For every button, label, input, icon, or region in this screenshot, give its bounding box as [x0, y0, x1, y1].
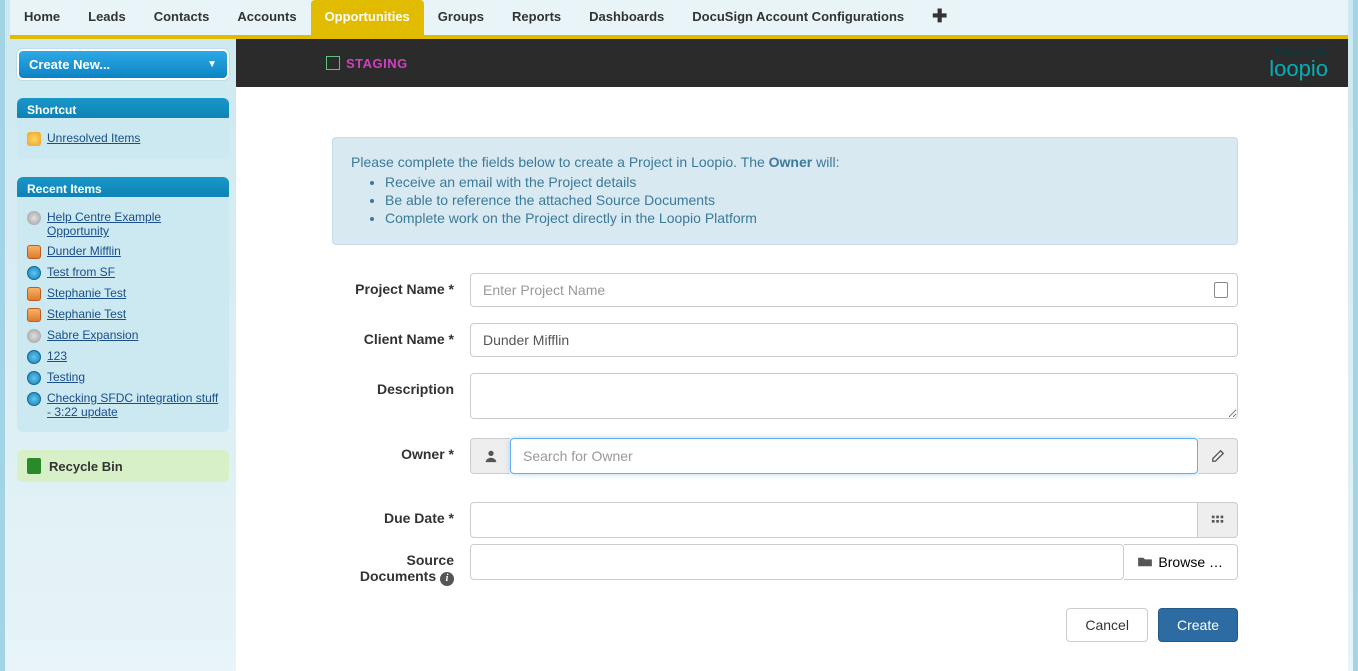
tab-docusign[interactable]: DocuSign Account Configurations	[678, 0, 918, 35]
due-date-label: Due Date *	[332, 502, 470, 526]
create-button[interactable]: Create	[1158, 608, 1238, 642]
recent-item-link[interactable]: Help Centre Example Opportunity	[47, 210, 219, 238]
tab-leads[interactable]: Leads	[74, 0, 140, 35]
staging-label: STAGING	[346, 56, 408, 71]
staging-badge: STAGING	[326, 56, 408, 71]
recent-item-link[interactable]: 123	[47, 349, 67, 363]
warning-icon	[27, 132, 41, 146]
browse-button[interactable]: Browse …	[1124, 544, 1238, 580]
description-input[interactable]	[470, 373, 1238, 419]
create-new-button[interactable]: Create New... ▼	[17, 49, 229, 80]
project-icon	[27, 392, 41, 406]
chevron-down-icon: ▼	[207, 59, 217, 70]
folder-icon	[1138, 556, 1152, 568]
create-new-label: Create New...	[29, 57, 110, 72]
opportunity-icon	[27, 211, 41, 225]
recent-item-link[interactable]: Sabre Expansion	[47, 328, 138, 342]
top-nav: Home Leads Contacts Accounts Opportuniti…	[10, 0, 1348, 35]
form-actions: Cancel Create	[332, 608, 1238, 642]
calendar-icon[interactable]	[1198, 502, 1238, 538]
recent-item-link[interactable]: Dunder Mifflin	[47, 244, 121, 258]
recent-item-link[interactable]: Test from SF	[47, 265, 115, 279]
edit-icon[interactable]	[1198, 438, 1238, 474]
tab-reports[interactable]: Reports	[498, 0, 575, 35]
account-icon	[27, 245, 41, 259]
recent-item-link[interactable]: Stephanie Test	[47, 307, 126, 321]
sidebar: Create New... ▼ Shortcut Unresolved Item…	[10, 39, 236, 671]
recycle-bin[interactable]: Recycle Bin	[17, 450, 229, 482]
recent-item-link[interactable]: Stephanie Test	[47, 286, 126, 300]
tab-add[interactable]: ✚	[918, 0, 961, 35]
tab-accounts[interactable]: Accounts	[223, 0, 310, 35]
project-icon	[27, 266, 41, 280]
tab-opportunities[interactable]: Opportunities	[311, 0, 424, 35]
cancel-button[interactable]: Cancel	[1066, 608, 1148, 642]
info-lead: Please complete the fields below to crea…	[351, 154, 1219, 170]
owner-label: Owner *	[332, 438, 470, 462]
unresolved-items-link[interactable]: Unresolved Items	[47, 131, 140, 145]
tab-dashboards[interactable]: Dashboards	[575, 0, 678, 35]
source-documents-label: Source Documents i	[332, 544, 470, 586]
client-name-label: Client Name *	[332, 323, 470, 347]
recent-list: Help Centre Example Opportunity Dunder M…	[17, 197, 229, 432]
info-icon[interactable]: i	[440, 572, 454, 586]
shortcut-panel: Shortcut Unresolved Items	[17, 98, 229, 159]
recycle-bin-label: Recycle Bin	[49, 459, 123, 474]
contact-card-icon[interactable]	[1214, 282, 1228, 298]
info-bullet: Receive an email with the Project detail…	[385, 174, 1219, 190]
main-panel: STAGING Powered by loopio Please complet…	[236, 39, 1348, 671]
tab-groups[interactable]: Groups	[424, 0, 498, 35]
owner-input[interactable]	[510, 438, 1198, 474]
description-label: Description	[332, 373, 470, 397]
recent-item-link[interactable]: Checking SFDC integration stuff - 3:22 u…	[47, 391, 219, 419]
project-name-input[interactable]	[470, 273, 1238, 307]
due-date-input[interactable]	[470, 502, 1198, 538]
app-header: STAGING Powered by loopio	[236, 39, 1348, 87]
info-bullet: Complete work on the Project directly in…	[385, 210, 1219, 226]
recent-panel: Recent Items Help Centre Example Opportu…	[17, 177, 229, 432]
tab-home[interactable]: Home	[10, 0, 74, 35]
source-documents-input[interactable]	[470, 544, 1124, 580]
form-content: Please complete the fields below to crea…	[236, 87, 1348, 671]
recycle-bin-icon	[27, 458, 41, 474]
broken-image-icon	[326, 56, 340, 70]
project-icon	[27, 371, 41, 385]
tab-contacts[interactable]: Contacts	[140, 0, 224, 35]
info-bullet: Be able to reference the attached Source…	[385, 192, 1219, 208]
project-icon	[27, 350, 41, 364]
opportunity-icon	[27, 329, 41, 343]
loopio-logo: loopio	[1269, 58, 1328, 80]
client-name-input[interactable]	[470, 323, 1238, 357]
recent-item-link[interactable]: Testing	[47, 370, 85, 384]
account-icon	[27, 308, 41, 322]
person-icon	[470, 438, 510, 474]
powered-by: Powered by loopio	[1269, 47, 1328, 80]
project-name-label: Project Name *	[332, 273, 470, 297]
info-box: Please complete the fields below to crea…	[332, 137, 1238, 245]
account-icon	[27, 287, 41, 301]
